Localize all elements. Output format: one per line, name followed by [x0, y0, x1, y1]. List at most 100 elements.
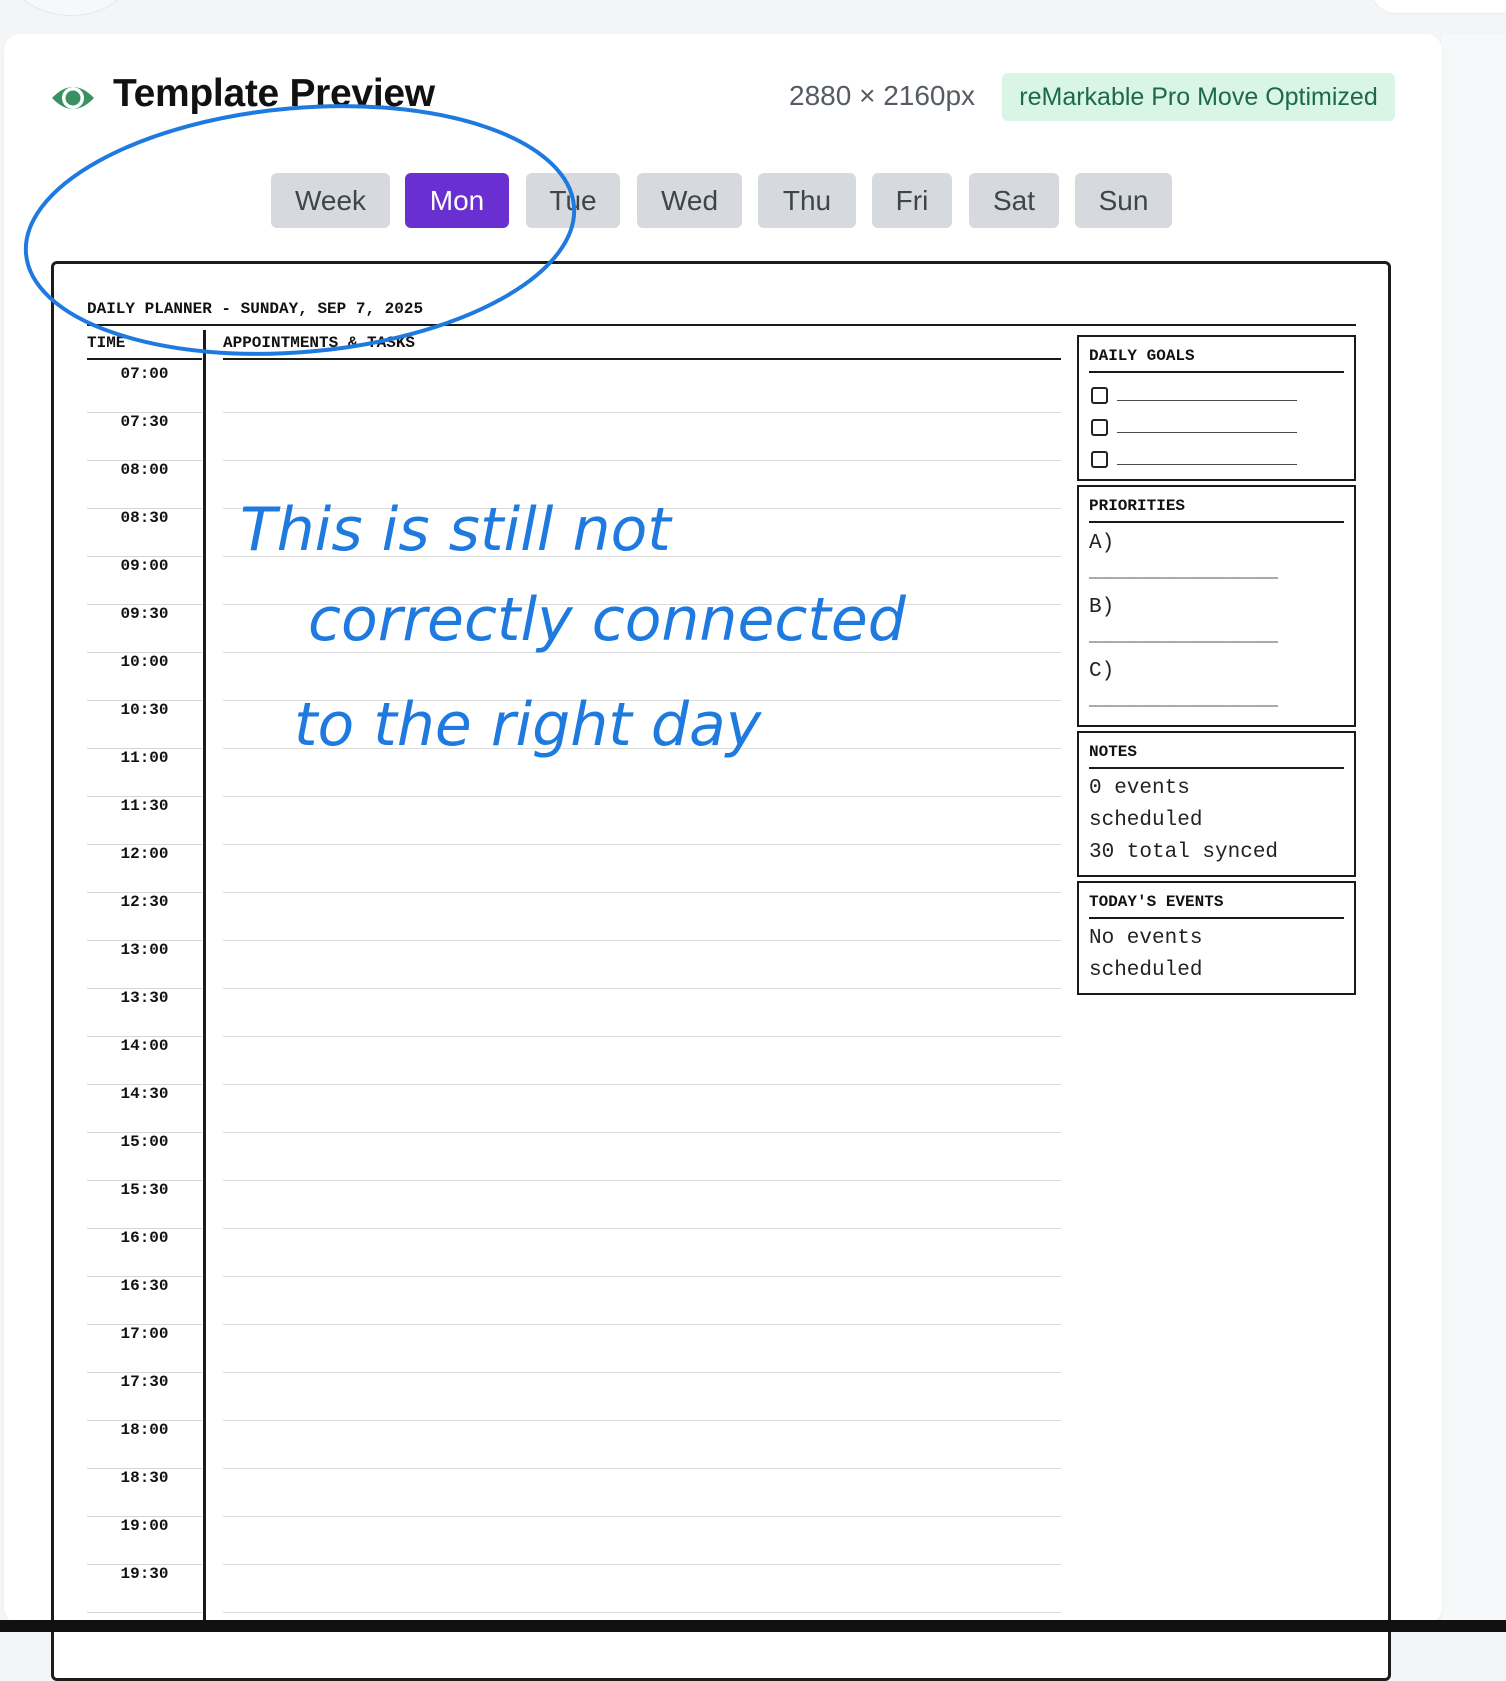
- appointment-slot-rule[interactable]: [223, 1564, 1061, 1565]
- appointment-slot-rule[interactable]: [223, 412, 1061, 413]
- priority-a-line: _______________: [1089, 560, 1279, 583]
- appointment-slot-rule[interactable]: [223, 1612, 1061, 1613]
- top-control-edge: [1370, 0, 1506, 14]
- goal-line: _______________: [1117, 383, 1298, 406]
- panel-rule: [1089, 521, 1344, 523]
- time-column-header: TIME: [87, 334, 126, 352]
- time-slot-label: 10:00: [120, 653, 169, 671]
- appointment-slot-rule[interactable]: [223, 1420, 1061, 1421]
- appointment-slot-rule[interactable]: [223, 604, 1061, 605]
- appointment-slot-rule[interactable]: [223, 556, 1061, 557]
- time-header-rule: [87, 358, 202, 360]
- time-slot-label: 17:00: [120, 1325, 169, 1343]
- appointment-slot-rule[interactable]: [223, 1036, 1061, 1037]
- appointments-header-rule: [223, 358, 1061, 360]
- appointment-slot-rule[interactable]: [223, 1516, 1061, 1517]
- goal-line: _______________: [1117, 415, 1298, 438]
- appointment-slot-rule[interactable]: [223, 1276, 1061, 1277]
- appointment-slot-rule[interactable]: [223, 1180, 1061, 1181]
- notes-panel: NOTES 0 events scheduled 30 total synced: [1077, 731, 1356, 877]
- time-slot-label: 19:30: [120, 1565, 169, 1583]
- appointment-slot-rule[interactable]: [223, 700, 1061, 701]
- notes-title: NOTES: [1089, 743, 1138, 761]
- todays-events-title: TODAY'S EVENTS: [1089, 893, 1224, 911]
- time-slot-label: 12:00: [120, 845, 169, 863]
- page-title: Template Preview: [113, 72, 435, 115]
- panel-rule: [1089, 371, 1344, 373]
- time-slot-label: 16:00: [120, 1229, 169, 1247]
- appointment-slot-rule[interactable]: [223, 460, 1061, 461]
- top-strip: [0, 0, 1506, 14]
- appointment-slot-rule[interactable]: [223, 748, 1061, 749]
- goal-checkbox[interactable]: [1091, 387, 1108, 404]
- daily-goals-panel: DAILY GOALS _______________ ____________…: [1077, 335, 1356, 481]
- appointment-slot-rule[interactable]: [223, 1084, 1061, 1085]
- goal-line: _______________: [1117, 447, 1298, 470]
- tab-sat[interactable]: Sat: [969, 173, 1059, 228]
- panel-rule: [1089, 917, 1344, 919]
- goal-checkbox[interactable]: [1091, 419, 1108, 436]
- time-slot-label: 14:00: [120, 1037, 169, 1055]
- appointment-slot-rule[interactable]: [223, 988, 1061, 989]
- planner-title: DAILY PLANNER - SUNDAY, SEP 7, 2025: [87, 300, 424, 318]
- time-slot-label: 08:00: [120, 461, 169, 479]
- eye-icon: [52, 87, 94, 109]
- time-slot-label: 14:30: [120, 1085, 169, 1103]
- time-slot-label: 16:30: [120, 1277, 169, 1295]
- right-gutter: [1442, 34, 1506, 1624]
- panel-rule: [1089, 767, 1344, 769]
- tab-week[interactable]: Week: [271, 173, 390, 228]
- time-slot-label: 08:30: [120, 509, 169, 527]
- priorities-title: PRIORITIES: [1089, 497, 1186, 515]
- appointment-slot-rule[interactable]: [223, 796, 1061, 797]
- appointment-slot-rule[interactable]: [223, 1132, 1061, 1133]
- time-slot-label: 10:30: [120, 701, 169, 719]
- todays-events-line: No events: [1089, 927, 1203, 950]
- time-slot-label: 11:00: [120, 749, 169, 767]
- column-divider: [203, 330, 206, 1632]
- tab-thu[interactable]: Thu: [758, 173, 856, 228]
- time-slot-label: 12:30: [120, 893, 169, 911]
- notes-line: scheduled: [1089, 809, 1203, 832]
- notes-line: 30 total synced: [1089, 841, 1279, 864]
- template-dimensions: 2880 × 2160px: [789, 80, 976, 111]
- appointment-slot-rule[interactable]: [223, 1372, 1061, 1373]
- tab-wed[interactable]: Wed: [637, 173, 742, 228]
- time-slot-label: 15:00: [120, 1133, 169, 1151]
- todays-events-line: scheduled: [1089, 959, 1203, 982]
- appointment-slot-rule[interactable]: [223, 892, 1061, 893]
- time-slot-label: 07:30: [120, 413, 169, 431]
- time-slot-label: 09:30: [120, 605, 169, 623]
- title-rule: [87, 324, 1356, 326]
- time-slot-label: 17:30: [120, 1373, 169, 1391]
- time-slot-label: 15:30: [120, 1181, 169, 1199]
- time-slot-label: 11:30: [120, 797, 169, 815]
- appointment-slot-rule[interactable]: [223, 1228, 1061, 1229]
- appointment-slot-rule[interactable]: [223, 940, 1061, 941]
- appointment-slot-rule[interactable]: [223, 1468, 1061, 1469]
- priority-c-line: _______________: [1089, 688, 1279, 711]
- priorities-panel: PRIORITIES A) _______________ B) _______…: [1077, 485, 1356, 727]
- tab-sun[interactable]: Sun: [1075, 173, 1172, 228]
- appointment-slot-rule[interactable]: [223, 652, 1061, 653]
- daily-goals-title: DAILY GOALS: [1089, 347, 1195, 365]
- bottom-edge: [0, 1620, 1506, 1632]
- appointment-slot-rule[interactable]: [223, 1324, 1061, 1325]
- device-badge: reMarkable Pro Move Optimized: [1002, 73, 1395, 121]
- time-slot-label: 13:30: [120, 989, 169, 1007]
- appointment-slot-rule[interactable]: [223, 844, 1061, 845]
- tab-tue[interactable]: Tue: [526, 173, 620, 228]
- time-slot-label: 19:00: [120, 1517, 169, 1535]
- todays-events-panel: TODAY'S EVENTS No events scheduled: [1077, 881, 1356, 995]
- goal-checkbox[interactable]: [1091, 451, 1108, 468]
- appointment-slot-rule[interactable]: [223, 508, 1061, 509]
- time-slot-label: 18:30: [120, 1469, 169, 1487]
- priority-b-line: _______________: [1089, 624, 1279, 647]
- time-slot-label: 07:00: [120, 365, 169, 383]
- appointments-column-header: APPOINTMENTS & TASKS: [223, 334, 416, 352]
- time-slot-label: 18:00: [120, 1421, 169, 1439]
- tab-mon[interactable]: Mon: [405, 173, 509, 228]
- notes-line: 0 events: [1089, 777, 1190, 800]
- tab-fri[interactable]: Fri: [872, 173, 952, 228]
- time-slot-rule: [87, 1612, 202, 1613]
